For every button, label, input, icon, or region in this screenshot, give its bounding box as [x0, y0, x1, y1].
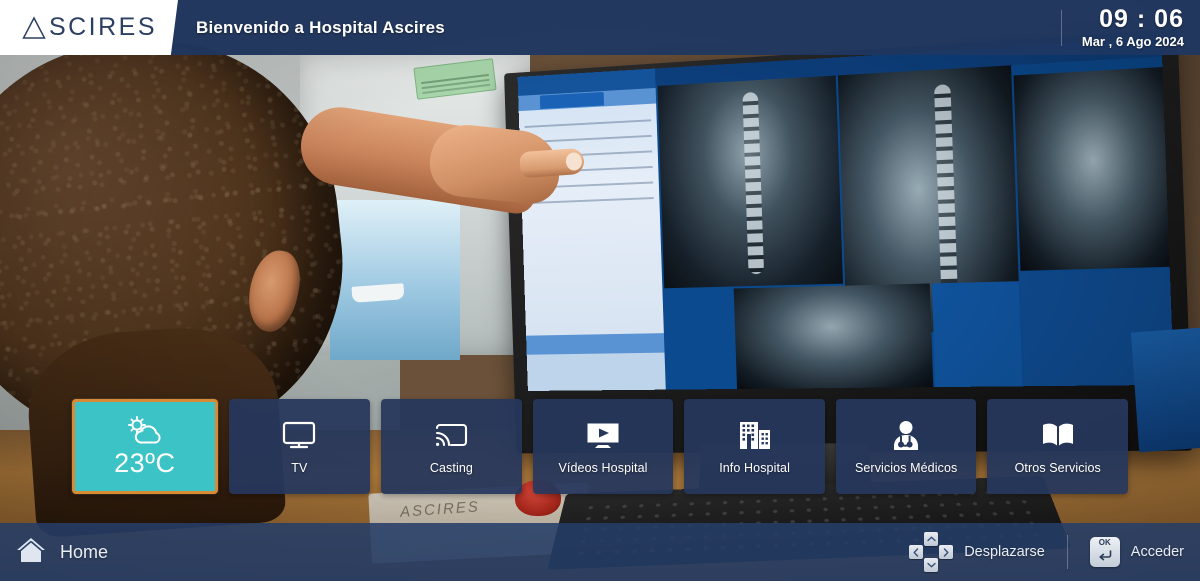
dpad-up-key — [924, 532, 939, 546]
enter-hint[interactable]: OK Acceder — [1089, 537, 1184, 567]
clock-block: 09 : 06 Mar , 6 Ago 2024 — [1060, 0, 1200, 55]
home-button[interactable]: Home — [0, 536, 108, 569]
cast-screen-icon — [434, 418, 468, 452]
tile-info-hospital-label: Info Hospital — [719, 461, 790, 475]
bg-pacs-bottombar — [526, 333, 665, 355]
bg-pacs-bottompanel — [526, 352, 666, 391]
tile-weather-label: 23ºC — [114, 448, 176, 478]
tile-videos-hospital[interactable]: Vídeos Hospital — [532, 399, 674, 494]
footer-hints: Desplazarse OK Acceder — [909, 532, 1200, 572]
tile-otros-servicios-label: Otros Servicios — [1014, 461, 1101, 475]
hospital-building-icon — [738, 418, 772, 452]
bg-mri-image-4 — [733, 283, 934, 389]
tile-videos-hospital-label: Vídeos Hospital — [558, 461, 648, 475]
clock-time: 09 : 06 — [1099, 5, 1184, 34]
bottom-footer-bar: Home Desplazarse OK Acceder — [0, 523, 1200, 581]
triangle-a-icon — [21, 15, 47, 41]
brand-logo-text: SCIRES — [48, 13, 158, 41]
ok-enter-key-icon: OK — [1089, 537, 1120, 567]
scroll-hint[interactable]: Desplazarse — [909, 532, 1045, 572]
tile-servicios-medicos-label: Servicios Médicos — [854, 461, 958, 475]
video-play-icon — [585, 418, 621, 452]
bg-mri-image-1 — [657, 75, 844, 289]
scroll-hint-label: Desplazarse — [964, 544, 1045, 560]
home-icon — [16, 536, 46, 569]
tile-weather[interactable]: 23ºC — [72, 399, 218, 494]
top-header-bar: SCIRES Bienvenido a Hospital Ascires 09 … — [0, 0, 1200, 55]
tile-info-hospital[interactable]: Info Hospital — [684, 399, 825, 494]
tile-casting-label: Casting — [429, 461, 473, 475]
bg-cabinet-inner — [330, 200, 460, 360]
clock-date: Mar , 6 Ago 2024 — [1081, 33, 1184, 49]
tile-otros-servicios[interactable]: Otros Servicios — [987, 399, 1129, 494]
television-icon — [282, 418, 316, 452]
bg-person-finger — [519, 147, 585, 179]
tile-tv-label: TV — [291, 461, 308, 475]
open-book-icon — [1040, 418, 1076, 452]
dpad-down-key — [924, 558, 939, 572]
welcome-title: Bienvenido a Hospital Ascires — [196, 17, 445, 37]
tile-casting[interactable]: Casting — [381, 399, 522, 494]
dpad-right-key — [939, 545, 954, 559]
ok-key-text: OK — [1098, 537, 1111, 547]
tile-servicios-medicos[interactable]: Servicios Médicos — [835, 399, 977, 494]
enter-arrow-icon — [1098, 548, 1112, 566]
enter-hint-label: Acceder — [1130, 544, 1184, 560]
main-menu-tiles: 23ºC TV Casting Vídeos Hospital Info Hos… — [0, 399, 1200, 499]
doctor-stethoscope-icon — [889, 418, 923, 452]
bg-pacs-rightpanel2 — [931, 281, 1023, 388]
dpad-left-key — [909, 545, 924, 559]
header-divider — [1060, 9, 1062, 46]
home-label: Home — [60, 541, 109, 562]
tile-tv[interactable]: TV — [228, 399, 371, 494]
sun-cloud-icon — [124, 414, 166, 448]
brand-logo-panel[interactable]: SCIRES — [0, 0, 178, 55]
footer-divider — [1066, 535, 1068, 569]
dpad-icon — [909, 532, 954, 572]
